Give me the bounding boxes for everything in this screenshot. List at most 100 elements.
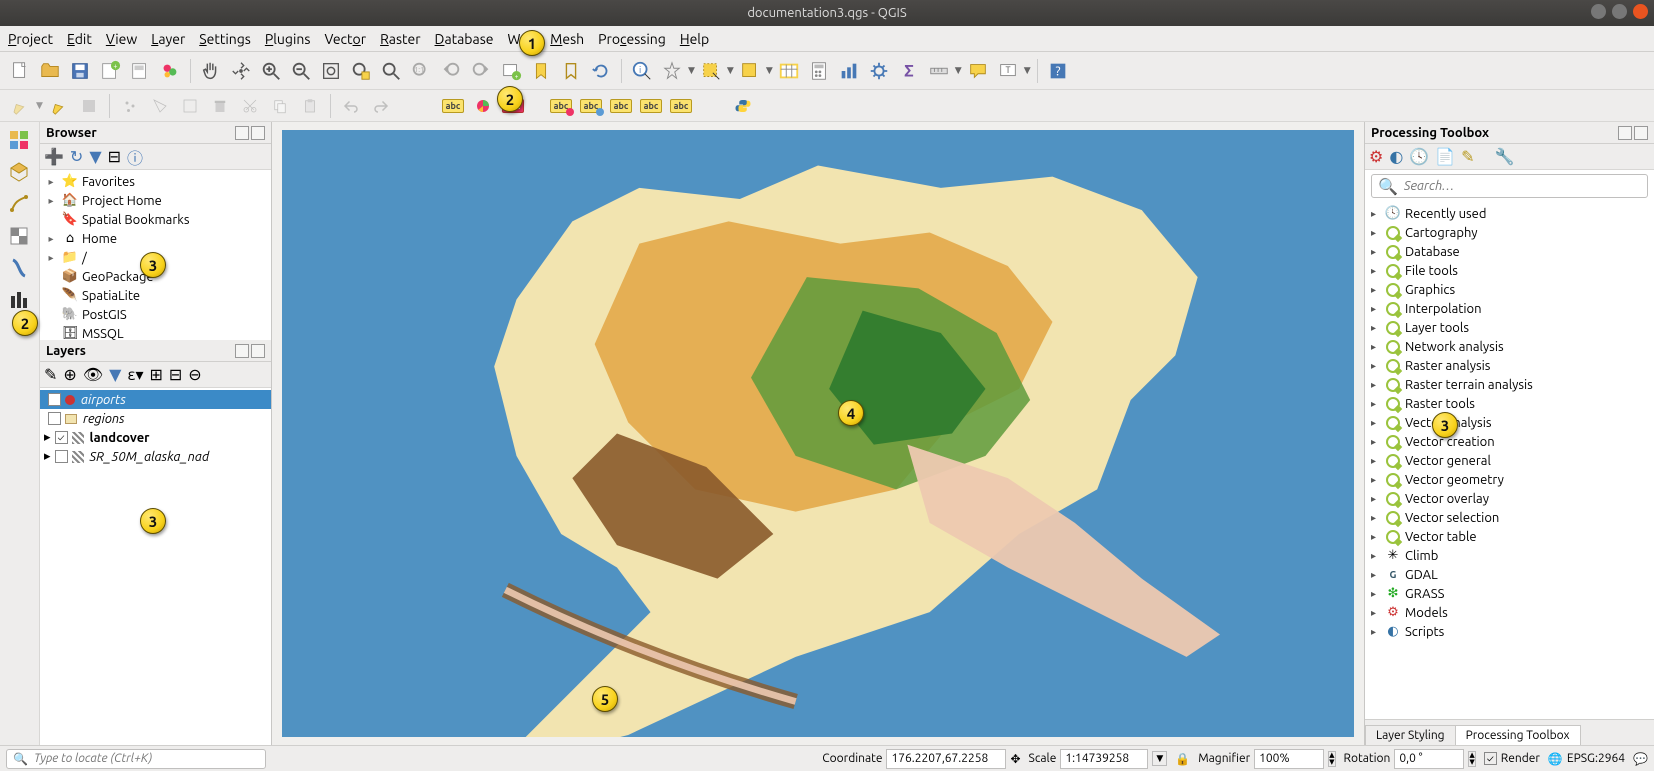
new-bookmark-button[interactable] bbox=[527, 57, 555, 85]
toolbox-item-models[interactable]: ▸⚙Models bbox=[1365, 603, 1654, 622]
layer-checkbox[interactable] bbox=[48, 393, 61, 406]
layers-close-button[interactable] bbox=[251, 344, 265, 358]
menu-vector[interactable]: Vector bbox=[324, 31, 366, 47]
text-annotation-button[interactable]: T bbox=[994, 57, 1022, 85]
new-geopackage-button[interactable] bbox=[7, 160, 33, 186]
menu-mesh[interactable]: Mesh bbox=[550, 31, 584, 47]
magnifier-field[interactable] bbox=[1254, 749, 1324, 769]
render-checkbox[interactable]: ✓ bbox=[1484, 752, 1497, 765]
layer-sr-50m-alaska-nad[interactable]: ▸SR_50M_alaska_nad bbox=[40, 447, 271, 466]
label-pin-button[interactable]: abc bbox=[547, 92, 575, 120]
toolbox-item-vector-selection[interactable]: ▸Vector selection bbox=[1365, 508, 1654, 527]
edits-button[interactable] bbox=[6, 92, 34, 120]
browser-item-mssql[interactable]: 🗄MSSQL bbox=[40, 324, 271, 340]
toolbox-options-icon[interactable]: 🔧 bbox=[1495, 147, 1515, 166]
label-move-button[interactable]: abc bbox=[607, 92, 635, 120]
rotation-down[interactable]: ▼ bbox=[1469, 759, 1474, 766]
minimize-button[interactable] bbox=[1591, 4, 1606, 19]
toggle-editing-button[interactable] bbox=[45, 92, 73, 120]
statistics-button[interactable] bbox=[835, 57, 863, 85]
new-map-view-button[interactable]: + bbox=[497, 57, 525, 85]
toolbox-edit-icon[interactable]: ✎ bbox=[1461, 147, 1474, 166]
toolbox-results-icon[interactable]: 📄 bbox=[1435, 147, 1455, 166]
toolbox-item-file-tools[interactable]: ▸File tools bbox=[1365, 261, 1654, 280]
locator-input[interactable] bbox=[34, 752, 259, 765]
toolbox-search[interactable]: 🔍 bbox=[1371, 174, 1648, 198]
close-button[interactable] bbox=[1633, 4, 1648, 19]
filter-icon[interactable]: ▼ bbox=[89, 147, 101, 166]
refresh-button[interactable] bbox=[587, 57, 615, 85]
map-canvas[interactable] bbox=[282, 130, 1354, 737]
layers-tree[interactable]: airportsregions▸✓landcover▸SR_50M_alaska… bbox=[40, 388, 271, 745]
open-project-button[interactable] bbox=[36, 57, 64, 85]
layout-manager-button[interactable] bbox=[126, 57, 154, 85]
select-features-button[interactable] bbox=[697, 57, 725, 85]
menu-raster[interactable]: Raster bbox=[380, 31, 420, 47]
refresh-icon[interactable]: ↻ bbox=[70, 147, 83, 166]
measure-button[interactable] bbox=[925, 57, 953, 85]
label-change-button[interactable]: abc bbox=[667, 92, 695, 120]
delete-button[interactable] bbox=[206, 92, 234, 120]
layer-remove-icon[interactable]: ⊖ bbox=[188, 365, 201, 384]
deselect-button[interactable] bbox=[736, 57, 764, 85]
copy-button[interactable] bbox=[266, 92, 294, 120]
attribute-table-button[interactable] bbox=[775, 57, 803, 85]
sum-button[interactable]: Σ bbox=[895, 57, 923, 85]
python-console-button[interactable] bbox=[729, 92, 757, 120]
toolbox-item-database[interactable]: ▸Database bbox=[1365, 242, 1654, 261]
toolbox-history-icon[interactable]: 🕓 bbox=[1409, 147, 1429, 166]
scale-field[interactable] bbox=[1060, 749, 1148, 769]
toolbox-item-vector-geometry[interactable]: ▸Vector geometry bbox=[1365, 470, 1654, 489]
action-button[interactable] bbox=[658, 57, 686, 85]
menu-edit[interactable]: Edit bbox=[67, 31, 92, 47]
data-source-manager-button[interactable] bbox=[7, 128, 33, 154]
toolbox-close-button[interactable] bbox=[1634, 126, 1648, 140]
identify-button[interactable]: i bbox=[628, 57, 656, 85]
toolbox-model-icon[interactable]: ⚙ bbox=[1369, 147, 1383, 166]
toolbox-item-vector-creation[interactable]: ▸Vector creation bbox=[1365, 432, 1654, 451]
toolbox-item-vector-table[interactable]: ▸Vector table bbox=[1365, 527, 1654, 546]
toolbox-item-layer-tools[interactable]: ▸Layer tools bbox=[1365, 318, 1654, 337]
layer-checkbox[interactable] bbox=[55, 450, 68, 463]
menu-project[interactable]: Project bbox=[8, 31, 53, 47]
paste-button[interactable] bbox=[296, 92, 324, 120]
browser-close-button[interactable] bbox=[251, 126, 265, 140]
redo-button[interactable] bbox=[367, 92, 395, 120]
browser-item-project-home[interactable]: ▸🏠Project Home bbox=[40, 191, 271, 210]
label-diagram-button[interactable] bbox=[469, 92, 497, 120]
field-calculator-button[interactable] bbox=[805, 57, 833, 85]
menu-database[interactable]: Database bbox=[435, 31, 494, 47]
toolbox-item-graphics[interactable]: ▸Graphics bbox=[1365, 280, 1654, 299]
zoom-in-button[interactable] bbox=[257, 57, 285, 85]
layer-checkbox[interactable]: ✓ bbox=[55, 431, 68, 444]
vertex-tool-button[interactable] bbox=[146, 92, 174, 120]
toolbox-item-climb[interactable]: ▸✳Climb bbox=[1365, 546, 1654, 565]
new-print-layout-button[interactable]: + bbox=[96, 57, 124, 85]
layer-landcover[interactable]: ▸✓landcover bbox=[40, 428, 271, 447]
layer-add-group-icon[interactable]: ⊕ bbox=[63, 365, 76, 384]
crs-icon[interactable]: 🌐 bbox=[1548, 752, 1563, 766]
menu-plugins[interactable]: Plugins bbox=[265, 31, 311, 47]
zoom-to-selection-button[interactable] bbox=[347, 57, 375, 85]
coordinate-toggle-icon[interactable]: ✥ bbox=[1010, 752, 1020, 766]
help-button[interactable]: ? bbox=[1044, 57, 1072, 85]
add-delimited-button[interactable] bbox=[7, 256, 33, 282]
toolbox-search-input[interactable] bbox=[1404, 179, 1641, 193]
layer-expand-icon[interactable]: ⊞ bbox=[149, 365, 162, 384]
menu-view[interactable]: View bbox=[106, 31, 137, 47]
browser-item-spatialite[interactable]: 🪶SpatiaLite bbox=[40, 286, 271, 305]
layer-filter-icon[interactable]: ▼ bbox=[109, 365, 121, 384]
label-rotate-button[interactable]: abc bbox=[637, 92, 665, 120]
browser-undock-button[interactable] bbox=[235, 126, 249, 140]
menu-settings[interactable]: Settings bbox=[199, 31, 251, 47]
layer-visibility-icon[interactable]: 👁 bbox=[83, 365, 103, 384]
pan-to-selection-button[interactable] bbox=[227, 57, 255, 85]
browser-item-spatial-bookmarks[interactable]: 🔖Spatial Bookmarks bbox=[40, 210, 271, 229]
add-layer-icon[interactable]: ➕ bbox=[44, 147, 64, 166]
layer-airports[interactable]: airports bbox=[40, 390, 271, 409]
browser-item-home[interactable]: ▸⌂Home bbox=[40, 229, 271, 248]
toolbox-item-interpolation[interactable]: ▸Interpolation bbox=[1365, 299, 1654, 318]
toolbox-item-cartography[interactable]: ▸Cartography bbox=[1365, 223, 1654, 242]
toolbox-script-icon[interactable]: ◐ bbox=[1389, 147, 1403, 166]
layer-style-icon[interactable]: ✎ bbox=[44, 365, 57, 384]
